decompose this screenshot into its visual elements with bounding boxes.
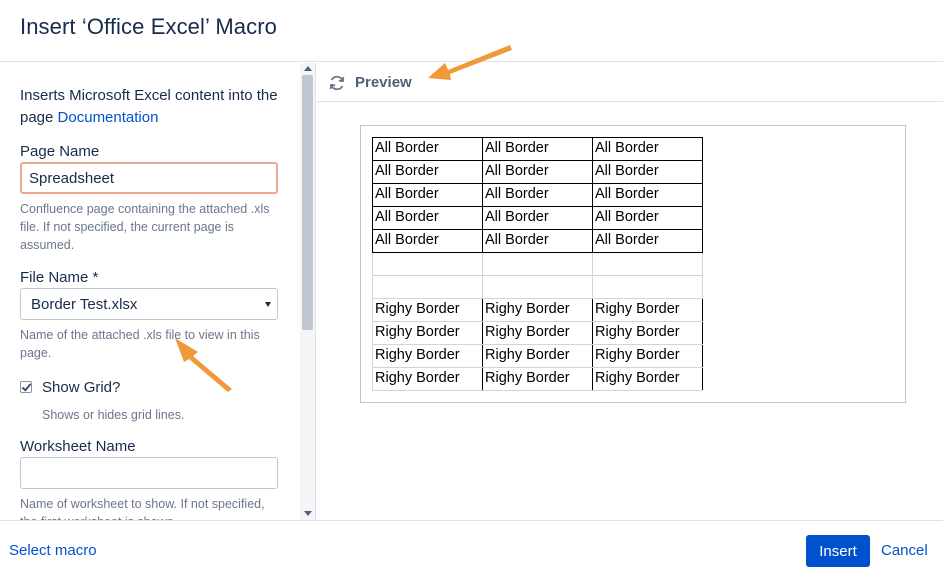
- table-cell: All Border: [482, 137, 593, 161]
- table-cell: All Border: [482, 229, 593, 253]
- table-row: All Border All Border All Border: [372, 137, 703, 161]
- table-cell: All Border: [372, 229, 483, 253]
- worksheet-name-input[interactable]: [20, 457, 278, 489]
- table-cell: Righy Border: [592, 344, 703, 368]
- cancel-button[interactable]: Cancel: [881, 542, 928, 559]
- dialog-title: Insert ‘Office Excel’ Macro: [20, 14, 277, 39]
- options-scrollbar[interactable]: [300, 63, 316, 520]
- scrollbar-thumb[interactable]: [302, 75, 313, 330]
- table-row: All Border All Border All Border: [372, 206, 703, 230]
- page-name-help: Confluence page containing the attached …: [20, 202, 270, 252]
- table-cell: All Border: [372, 160, 483, 184]
- empty-cell: [592, 252, 703, 276]
- table-cell: All Border: [592, 229, 703, 253]
- table-cell: Righy Border: [592, 367, 703, 391]
- table-cell: Righy Border: [372, 298, 483, 322]
- table-cell: All Border: [592, 160, 703, 184]
- table-row: All Border All Border All Border: [372, 229, 703, 253]
- file-name-select[interactable]: Border Test.xlsx: [20, 288, 278, 320]
- empty-cell: [482, 275, 593, 299]
- table-cell: Righy Border: [482, 344, 593, 368]
- table-row-empty: [372, 275, 703, 299]
- table-row: Righy Border Righy Border Righy Border: [372, 367, 703, 391]
- table-cell: Righy Border: [482, 321, 593, 345]
- empty-cell: [372, 252, 483, 276]
- table-cell: All Border: [482, 183, 593, 207]
- excel-preview-frame: All Border All Border All Border All Bor…: [360, 125, 906, 403]
- worksheet-name-help: Name of worksheet to show. If not specif…: [20, 497, 265, 520]
- empty-cell: [482, 252, 593, 276]
- insert-button[interactable]: Insert: [806, 535, 870, 567]
- preview-label[interactable]: Preview: [355, 74, 412, 91]
- table-cell: All Border: [372, 137, 483, 161]
- table-row: Righy Border Righy Border Righy Border: [372, 344, 703, 368]
- table-cell: All Border: [372, 183, 483, 207]
- show-grid-checkbox[interactable]: [20, 381, 32, 393]
- refresh-icon[interactable]: [328, 74, 346, 92]
- table-cell: Righy Border: [592, 298, 703, 322]
- table-cell: All Border: [592, 137, 703, 161]
- dialog-footer: Select macro Insert Cancel: [0, 520, 943, 573]
- select-macro-link[interactable]: Select macro: [9, 542, 97, 559]
- file-name-help: Name of the attached .xls file to view i…: [20, 328, 260, 360]
- table-cell: Righy Border: [372, 321, 483, 345]
- table-cell: All Border: [592, 206, 703, 230]
- table-cell: Righy Border: [482, 298, 593, 322]
- scroll-down-arrow-icon[interactable]: [304, 511, 312, 516]
- table-row: All Border All Border All Border: [372, 183, 703, 207]
- page-name-input[interactable]: [20, 162, 278, 194]
- table-row-empty: [372, 252, 703, 276]
- worksheet-name-label: Worksheet Name: [20, 438, 136, 455]
- table-row: All Border All Border All Border: [372, 160, 703, 184]
- table-cell: All Border: [482, 160, 593, 184]
- table-cell: Righy Border: [482, 367, 593, 391]
- table-row: Righy Border Righy Border Righy Border: [372, 321, 703, 345]
- table-cell: All Border: [482, 206, 593, 230]
- table-cell: All Border: [372, 206, 483, 230]
- table-cell: All Border: [592, 183, 703, 207]
- chevron-down-icon: [265, 302, 271, 307]
- table-cell: Righy Border: [592, 321, 703, 345]
- show-grid-label[interactable]: Show Grid?: [42, 379, 120, 396]
- macro-options-panel: Inserts Microsoft Excel content into the…: [0, 63, 300, 520]
- documentation-link[interactable]: Documentation: [58, 109, 159, 126]
- preview-panel: Preview All Border All Border All Border…: [317, 63, 943, 520]
- scroll-up-arrow-icon[interactable]: [304, 66, 312, 71]
- page-name-label: Page Name: [20, 143, 100, 160]
- table-cell: Righy Border: [372, 344, 483, 368]
- macro-description: Inserts Microsoft Excel content into the…: [20, 85, 280, 129]
- show-grid-help: Shows or hides grid lines.: [42, 408, 185, 422]
- file-name-value: Border Test.xlsx: [31, 296, 138, 313]
- preview-bar: Preview: [317, 63, 943, 102]
- empty-cell: [592, 275, 703, 299]
- file-name-label: File Name *: [20, 269, 99, 286]
- empty-cell: [372, 275, 483, 299]
- table-row: Righy Border Righy Border Righy Border: [372, 298, 703, 322]
- excel-preview-table: All Border All Border All Border All Bor…: [372, 137, 703, 391]
- dialog-header: Insert ‘Office Excel’ Macro: [0, 0, 943, 62]
- table-cell: Righy Border: [372, 367, 483, 391]
